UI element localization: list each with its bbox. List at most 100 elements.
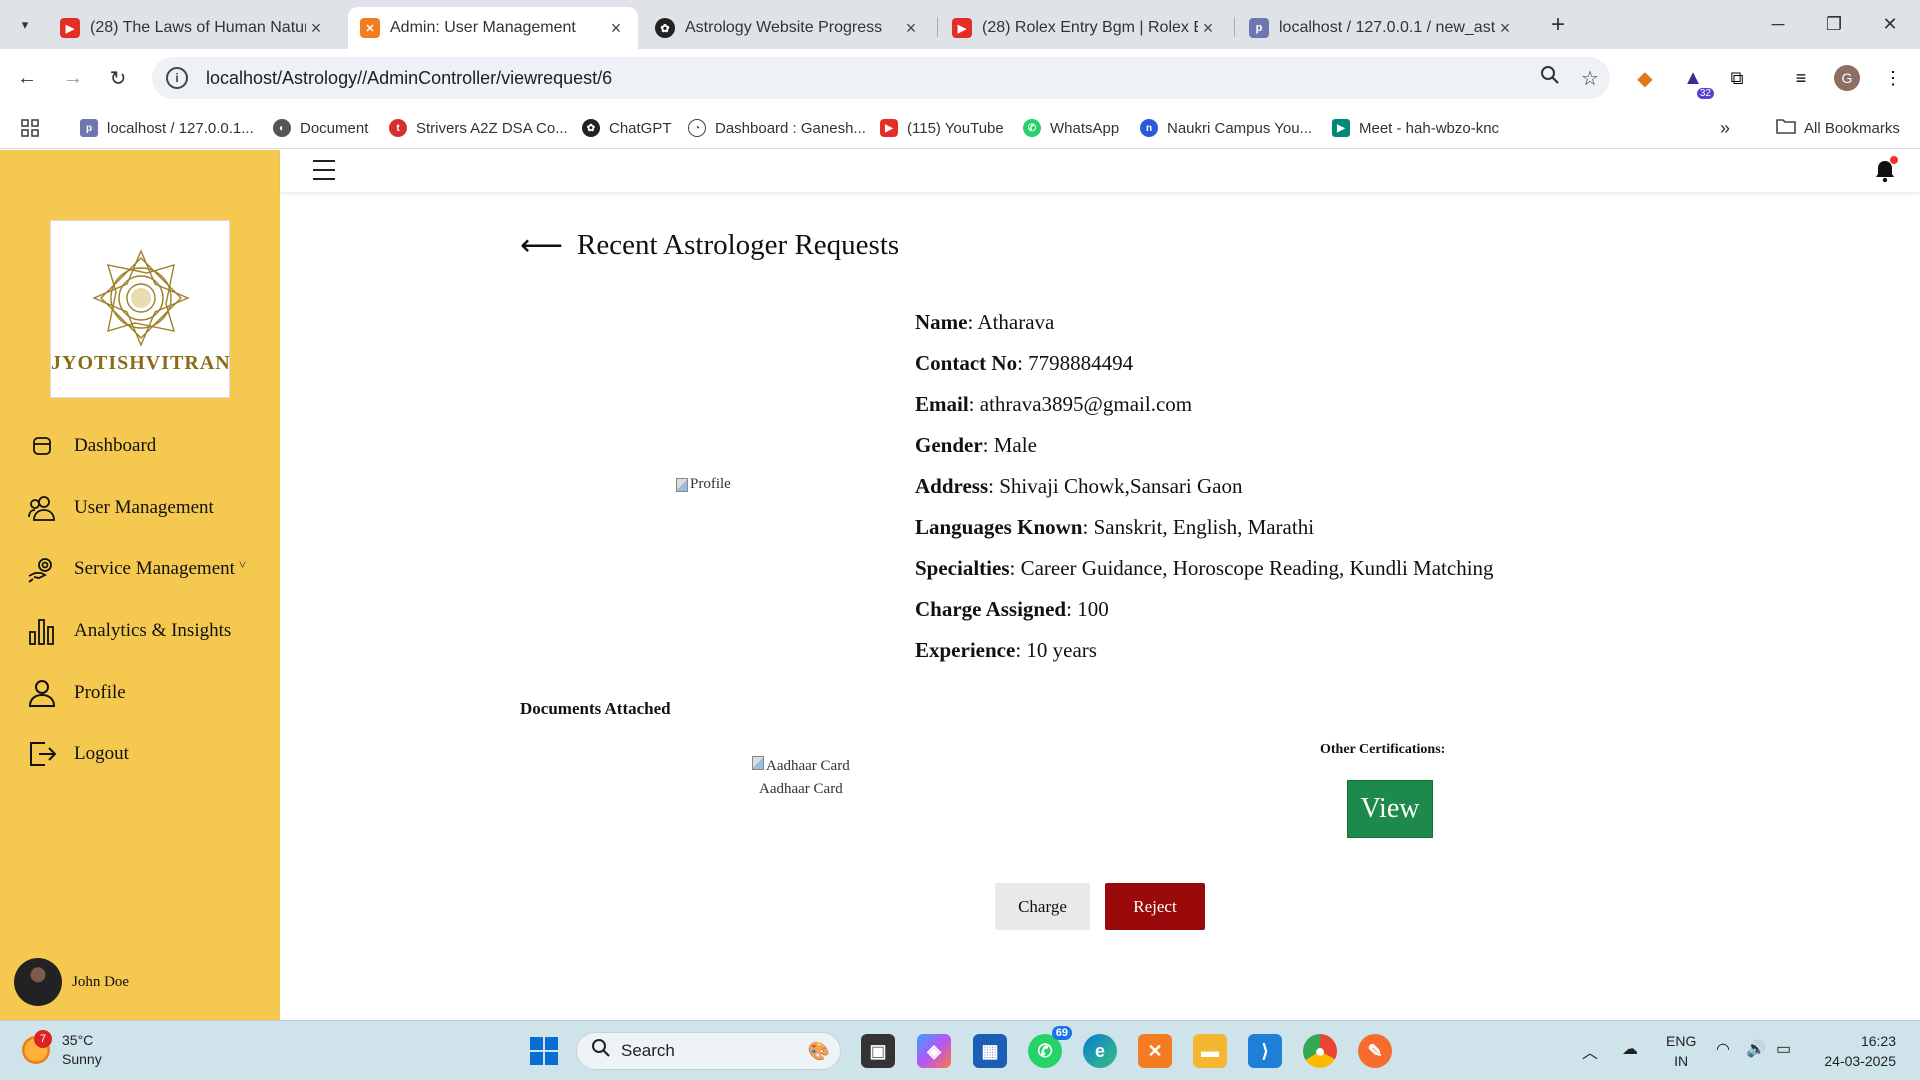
page-title: ⟵ Recent Astrologer Requests bbox=[520, 228, 899, 263]
close-tab-icon[interactable]: × bbox=[306, 18, 326, 39]
taskbar-search[interactable]: Search 🎨 bbox=[576, 1032, 841, 1070]
aadhaar-document[interactable]: Aadhaar Card Aadhaar Card bbox=[752, 756, 850, 798]
detail-languages: Languages Known: Sanskrit, English, Mara… bbox=[915, 515, 1315, 539]
zoom-icon[interactable] bbox=[1530, 65, 1570, 91]
chrome-menu-icon[interactable]: ⋮ bbox=[1878, 63, 1908, 93]
bookmark-dashboard[interactable]: ◔ Dashboard : Ganesh... bbox=[688, 115, 866, 141]
copilot-icon[interactable]: ◈ bbox=[917, 1034, 951, 1068]
xampp-icon[interactable]: ✕ bbox=[1138, 1034, 1172, 1068]
sidebar-item-label: User Management bbox=[74, 497, 214, 518]
media-controls-icon[interactable]: ≡ bbox=[1786, 63, 1816, 93]
bookmark-document[interactable]: ◐ Document bbox=[273, 115, 368, 141]
browser-tab-astrology-progress[interactable]: ✿ Astrology Website Progress × bbox=[643, 7, 933, 49]
onedrive-icon[interactable]: ☁ bbox=[1622, 1039, 1638, 1059]
language-indicator[interactable]: ENG IN bbox=[1666, 1031, 1696, 1071]
task-view-icon[interactable]: ▣ bbox=[861, 1034, 895, 1068]
postman-icon[interactable]: ✎ bbox=[1358, 1034, 1392, 1068]
edge-icon[interactable]: e bbox=[1083, 1034, 1117, 1068]
all-bookmarks-label: All Bookmarks bbox=[1804, 119, 1900, 137]
reject-button[interactable]: Reject bbox=[1105, 883, 1205, 930]
sidebar-item-label: Service Management bbox=[74, 558, 235, 579]
logout-icon bbox=[26, 738, 58, 770]
extension-cap-icon[interactable]: ▲ 32 bbox=[1678, 63, 1714, 99]
sidebar-item-analytics[interactable]: Analytics & Insights bbox=[26, 615, 231, 647]
detail-email: Email: athrava3895@gmail.com bbox=[915, 392, 1193, 416]
chatgpt-icon: ✿ bbox=[582, 119, 600, 137]
close-tab-icon[interactable]: × bbox=[901, 18, 921, 39]
wifi-icon[interactable]: ◠ bbox=[1716, 1039, 1730, 1059]
tray-overflow-chevron-icon[interactable]: ︿ bbox=[1582, 1039, 1598, 1063]
browser-tab-rolex-bgm[interactable]: ▶ (28) Rolex Entry Bgm | Rolex Ent × bbox=[940, 7, 1230, 49]
sidebar-item-profile[interactable]: Profile bbox=[26, 677, 126, 709]
forward-button[interactable]: → bbox=[56, 61, 90, 95]
browser-tab-laws-of-human-nature[interactable]: ▶ (28) The Laws of Human Nature × bbox=[48, 7, 338, 49]
volume-icon[interactable]: 🔊 bbox=[1746, 1039, 1766, 1059]
close-tab-icon[interactable]: × bbox=[606, 18, 626, 39]
new-tab-button[interactable]: + bbox=[1543, 10, 1573, 40]
notification-bell-icon[interactable] bbox=[1872, 156, 1898, 184]
weather-widget[interactable]: 7 35°C Sunny bbox=[22, 1030, 102, 1069]
profile-avatar[interactable]: G bbox=[1832, 63, 1862, 93]
detail-name: Name: Atharava bbox=[915, 310, 1055, 334]
minimize-button[interactable]: ─ bbox=[1750, 0, 1806, 49]
apps-grid-icon[interactable] bbox=[20, 115, 40, 141]
sidebar-user[interactable]: John Doe bbox=[14, 958, 129, 1006]
browser-tab-phpmyadmin[interactable]: p localhost / 127.0.0.1 / new_astro × bbox=[1237, 7, 1527, 49]
bookmark-youtube[interactable]: ▶ (115) YouTube bbox=[880, 115, 1004, 141]
url-text[interactable]: localhost/Astrology//AdminController/vie… bbox=[206, 68, 1530, 89]
sidebar-item-service-management[interactable]: Service Management ˅ bbox=[26, 553, 246, 585]
tab-title: Admin: User Management bbox=[390, 19, 576, 36]
close-window-button[interactable]: ✕ bbox=[1862, 0, 1918, 49]
reload-button[interactable]: ↻ bbox=[101, 61, 135, 95]
bookmark-chatgpt[interactable]: ✿ ChatGPT bbox=[582, 115, 672, 141]
dashboard-icon bbox=[26, 430, 58, 462]
logo[interactable]: JYOTISHVITRAN bbox=[50, 220, 230, 398]
tab-search-chevron-icon[interactable]: ▾ bbox=[8, 11, 42, 39]
close-tab-icon[interactable]: × bbox=[1495, 18, 1515, 39]
bookmark-meet[interactable]: ▶ Meet - hah-wbzo-knc bbox=[1332, 115, 1499, 141]
sidebar-item-dashboard[interactable]: Dashboard bbox=[26, 430, 156, 462]
mandala-logo-icon bbox=[92, 249, 190, 347]
restore-button[interactable]: ❐ bbox=[1806, 0, 1862, 49]
back-button[interactable]: ← bbox=[10, 61, 44, 95]
whatsapp-icon: ✆ bbox=[1023, 119, 1041, 137]
detail-experience: Experience: 10 years bbox=[915, 638, 1097, 662]
bookmark-phpmyadmin[interactable]: p localhost / 127.0.0.1... bbox=[80, 115, 254, 141]
more-bookmarks-chevron-icon[interactable]: » bbox=[1720, 115, 1730, 141]
microsoft-store-icon[interactable]: ▦ bbox=[973, 1034, 1007, 1068]
detail-label: Specialties bbox=[915, 556, 1010, 580]
tab-separator bbox=[937, 17, 938, 37]
browser-toolbar: ← → ↻ i localhost/Astrology//AdminContro… bbox=[0, 49, 1920, 107]
bookmark-whatsapp[interactable]: ✆ WhatsApp bbox=[1023, 115, 1119, 141]
bookmark-strivers[interactable]: t Strivers A2Z DSA Co... bbox=[389, 115, 568, 141]
sidebar-item-logout[interactable]: Logout bbox=[26, 738, 129, 770]
bookmark-naukri[interactable]: n Naukri Campus You... bbox=[1140, 115, 1312, 141]
file-explorer-icon[interactable]: ▬ bbox=[1193, 1034, 1227, 1068]
battery-icon[interactable]: ▭ bbox=[1776, 1039, 1791, 1059]
chatgpt-icon: ✿ bbox=[655, 18, 675, 38]
charge-button[interactable]: Charge bbox=[995, 883, 1090, 930]
vscode-icon[interactable]: ⟩ bbox=[1248, 1034, 1282, 1068]
taskbar-clock[interactable]: 16:23 24-03-2025 bbox=[1806, 1031, 1896, 1071]
weather-badge: 7 bbox=[34, 1030, 52, 1048]
detail-label: Gender bbox=[915, 433, 983, 457]
sidebar-item-label: Analytics & Insights bbox=[74, 620, 232, 641]
detail-value: 10 years bbox=[1026, 638, 1097, 662]
all-bookmarks-button[interactable]: All Bookmarks bbox=[1776, 115, 1900, 141]
sidebar-item-user-management[interactable]: User Management bbox=[26, 492, 214, 524]
hamburger-menu-icon[interactable] bbox=[313, 160, 335, 180]
site-info-icon[interactable]: i bbox=[166, 67, 188, 89]
view-certifications-button[interactable]: View bbox=[1347, 780, 1433, 838]
extensions-puzzle-icon[interactable]: ⧉ bbox=[1722, 63, 1752, 93]
chrome-icon[interactable]: ● bbox=[1303, 1034, 1337, 1068]
windows-start-icon[interactable] bbox=[527, 1034, 561, 1068]
bookmark-label: Document bbox=[300, 119, 369, 137]
metamask-icon[interactable]: ◆ bbox=[1630, 63, 1660, 93]
close-tab-icon[interactable]: × bbox=[1198, 18, 1218, 39]
browser-tab-admin-user-management[interactable]: ✕ Admin: User Management × bbox=[348, 7, 638, 49]
address-bar[interactable]: i localhost/Astrology//AdminController/v… bbox=[152, 57, 1610, 99]
search-label: Search bbox=[621, 1041, 675, 1060]
whatsapp-icon[interactable]: ✆ 69 bbox=[1028, 1026, 1072, 1068]
back-arrow-icon[interactable]: ⟵ bbox=[520, 228, 563, 263]
bookmark-star-icon[interactable]: ☆ bbox=[1570, 66, 1610, 91]
